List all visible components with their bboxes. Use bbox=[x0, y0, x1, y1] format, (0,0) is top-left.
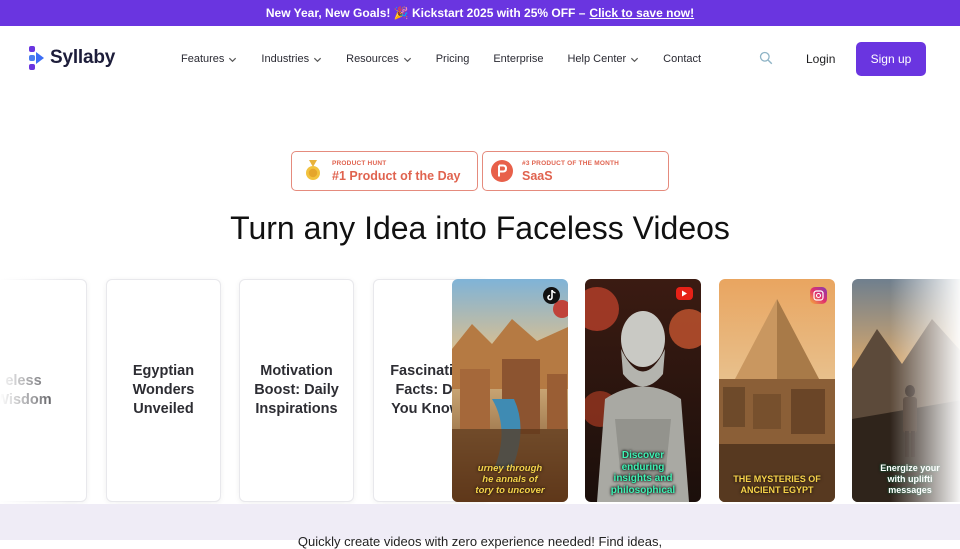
nav-pricing-label: Pricing bbox=[435, 53, 470, 65]
badge-day-big: #1 Product of the Day bbox=[332, 168, 461, 183]
chevron-down-icon bbox=[314, 57, 322, 62]
chevron-down-icon bbox=[229, 57, 237, 62]
product-hunt-month-badge[interactable]: #3 PRODUCT OF THE MONTH SaaS bbox=[482, 151, 669, 191]
nav-enterprise[interactable]: Enterprise bbox=[493, 53, 543, 65]
video-caption: Discover enduring insights and philosoph… bbox=[610, 450, 676, 496]
video-caption: Energize your with uplifti messages bbox=[880, 463, 940, 495]
chevron-down-icon bbox=[403, 57, 411, 62]
producthunt-p-icon bbox=[491, 160, 513, 182]
features-intro-text: Quickly create videos with zero experien… bbox=[297, 534, 663, 549]
product-hunt-day-badge[interactable]: PRODUCT HUNT #1 Product of the Day bbox=[291, 151, 478, 191]
syllaby-logo-icon bbox=[29, 46, 44, 70]
video-carousel: eless Wisdom Egyptian Wonders Unveiled M… bbox=[0, 276, 960, 504]
nav-enterprise-label: Enterprise bbox=[493, 53, 544, 65]
login-link[interactable]: Login bbox=[806, 52, 835, 66]
topic-card-motivation[interactable]: Motivation Boost: Daily Inspirations bbox=[239, 279, 354, 502]
video-caption: urney through he annals of tory to uncov… bbox=[475, 463, 545, 496]
video-card-motivation[interactable]: Energize your with uplifti messages bbox=[852, 279, 960, 502]
topic-card-label: eless Wisdom bbox=[0, 372, 52, 408]
nav-resources[interactable]: Resources bbox=[346, 53, 412, 65]
video-caption: THE MYSTERIES OF ANCIENT EGYPT bbox=[733, 474, 821, 495]
topic-card-egyptian[interactable]: Egyptian Wonders Unveiled bbox=[106, 279, 221, 502]
search-icon[interactable] bbox=[759, 51, 773, 65]
video-card-egypt[interactable]: THE MYSTERIES OF ANCIENT EGYPT bbox=[719, 279, 835, 502]
tiktok-icon bbox=[543, 287, 560, 304]
nav-contact-label: Contact bbox=[663, 53, 702, 65]
promo-link[interactable]: Click to save now! bbox=[589, 6, 694, 20]
chevron-down-icon bbox=[631, 57, 639, 62]
medal-icon bbox=[306, 160, 320, 180]
instagram-icon bbox=[810, 287, 827, 304]
nav-contact[interactable]: Contact bbox=[663, 53, 701, 65]
topic-card-wisdom[interactable]: eless Wisdom bbox=[0, 279, 87, 502]
signup-button[interactable]: Sign up bbox=[856, 42, 926, 76]
hero-title: Turn any Idea into Faceless Videos bbox=[230, 210, 730, 246]
nav-resources-label: Resources bbox=[346, 53, 399, 65]
nav-industries[interactable]: Industries bbox=[261, 53, 322, 65]
nav-pricing[interactable]: Pricing bbox=[436, 53, 470, 65]
badge-month-small: #3 PRODUCT OF THE MONTH bbox=[522, 159, 620, 167]
promo-text: New Year, New Goals! 🎉 Kickstart 2025 wi… bbox=[265, 6, 586, 20]
badge-day-small: PRODUCT HUNT bbox=[332, 159, 387, 167]
nav-industries-label: Industries bbox=[261, 53, 310, 65]
video-thumbnail bbox=[719, 279, 835, 502]
nav-help-center-label: Help Center bbox=[567, 53, 627, 65]
nav-features-label: Features bbox=[181, 53, 225, 65]
topic-card-label: Egyptian Wonders Unveiled bbox=[132, 363, 195, 417]
navbar: Syllaby Features Industries Resources Pr… bbox=[0, 26, 960, 92]
logo[interactable]: Syllaby bbox=[29, 46, 115, 70]
nav-help-center[interactable]: Help Center bbox=[567, 53, 639, 65]
badge-month-big: SaaS bbox=[522, 168, 553, 183]
promo-banner: New Year, New Goals! 🎉 Kickstart 2025 wi… bbox=[0, 0, 960, 26]
video-card-philosophy[interactable]: Discover enduring insights and philosoph… bbox=[585, 279, 701, 502]
youtube-icon bbox=[676, 287, 693, 300]
nav-features[interactable]: Features bbox=[181, 53, 237, 65]
video-card-history[interactable]: urney through he annals of tory to uncov… bbox=[452, 279, 568, 502]
logo-text: Syllaby bbox=[50, 47, 116, 68]
main-menu: Features Industries Resources Pricing En… bbox=[181, 26, 725, 92]
topic-card-label: Motivation Boost: Daily Inspirations bbox=[254, 363, 339, 417]
